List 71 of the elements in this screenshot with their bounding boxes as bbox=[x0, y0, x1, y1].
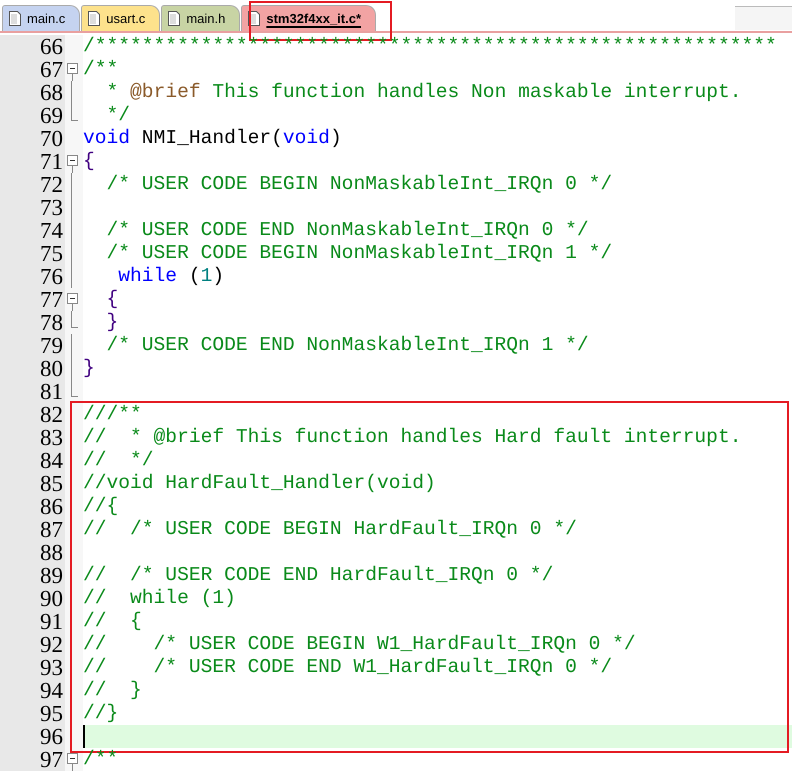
collapse-icon[interactable] bbox=[66, 293, 78, 311]
code-line: // while (1) bbox=[83, 587, 236, 609]
code-line: /* USER CODE END NonMaskableInt_IRQn 1 */ bbox=[106, 334, 589, 356]
line-number: 67 bbox=[40, 57, 63, 82]
line-number: 75 bbox=[40, 241, 63, 266]
line-number: 81 bbox=[40, 379, 63, 404]
line-number: 94 bbox=[40, 678, 63, 703]
file-tab[interactable]: usart.c bbox=[81, 5, 160, 31]
file-tab[interactable]: main.c bbox=[2, 5, 80, 31]
code-line: void NMI_Handler(void) bbox=[83, 127, 342, 149]
line-number: 70 bbox=[40, 126, 63, 151]
line-number: 86 bbox=[40, 494, 63, 519]
collapse-icon[interactable] bbox=[66, 753, 78, 771]
code-line: // * @brief This function handles Hard fault interrupt. bbox=[83, 426, 742, 448]
line-number: 88 bbox=[40, 540, 63, 565]
file-icon bbox=[88, 11, 100, 26]
code-line: // /* USER CODE END W1_HardFault_IRQn 0 */ bbox=[83, 656, 612, 678]
code-line: //} bbox=[83, 702, 118, 724]
file-icon bbox=[168, 11, 180, 26]
code-line: // /* USER CODE BEGIN W1_HardFault_IRQn 0 */ bbox=[83, 633, 636, 655]
line-number: 84 bbox=[40, 448, 63, 473]
line-number: 77 bbox=[40, 287, 63, 312]
code-line: /* USER CODE BEGIN NonMaskableInt_IRQn 0 */ bbox=[106, 173, 612, 195]
collapse-icon[interactable] bbox=[66, 63, 78, 81]
line-number: 72 bbox=[40, 172, 63, 197]
code-line: } bbox=[83, 357, 95, 379]
code-line: /** bbox=[83, 58, 118, 80]
line-number: 71 bbox=[40, 149, 63, 174]
line-number: 89 bbox=[40, 563, 63, 588]
code-line: } bbox=[106, 311, 118, 333]
line-number: 95 bbox=[40, 701, 63, 726]
line-number: 79 bbox=[40, 333, 63, 358]
code-line: // { bbox=[83, 610, 142, 632]
code-line: ///** bbox=[83, 403, 142, 425]
code-line: // /* USER CODE END HardFault_IRQn 0 */ bbox=[83, 564, 554, 586]
line-number: 92 bbox=[40, 632, 63, 657]
line-number: 68 bbox=[40, 80, 63, 105]
line-number: 80 bbox=[40, 356, 63, 381]
code-line: // */ bbox=[83, 449, 154, 471]
line-number: 74 bbox=[40, 218, 63, 243]
code-line: // /* USER CODE BEGIN HardFault_IRQn 0 */ bbox=[83, 518, 577, 540]
line-number: 90 bbox=[40, 586, 63, 611]
line-number: 83 bbox=[40, 425, 63, 450]
line-number: 96 bbox=[40, 724, 63, 749]
code-line: { bbox=[83, 150, 95, 172]
line-number: 78 bbox=[40, 310, 63, 335]
line-number: 66 bbox=[40, 34, 63, 59]
code-line: //void HardFault_Handler(void) bbox=[83, 472, 436, 494]
line-number: 82 bbox=[40, 402, 63, 427]
code-line: /* USER CODE BEGIN NonMaskableInt_IRQn 1 */ bbox=[106, 242, 612, 264]
line-number: 97 bbox=[40, 747, 63, 772]
line-number: 93 bbox=[40, 655, 63, 680]
line-number: 87 bbox=[40, 517, 63, 542]
code-line: * @brief This function handles Non maskable interrupt. bbox=[106, 81, 742, 103]
code-line: /** bbox=[83, 748, 118, 770]
line-number: 69 bbox=[40, 103, 63, 128]
file-tab[interactable]: main.h bbox=[161, 5, 240, 31]
code-line: */ bbox=[106, 104, 130, 126]
line-number: 73 bbox=[40, 195, 63, 220]
line-number: 85 bbox=[40, 471, 63, 496]
code-line: /* USER CODE END NonMaskableInt_IRQn 0 */ bbox=[106, 219, 589, 241]
code-line: /********************************************************** bbox=[83, 35, 777, 57]
code-line: // } bbox=[83, 679, 142, 701]
code-line: while (1) bbox=[117, 265, 224, 287]
code-line: { bbox=[106, 288, 118, 310]
code-line: //{ bbox=[83, 495, 118, 517]
collapse-icon[interactable] bbox=[66, 155, 78, 173]
file-icon bbox=[9, 11, 21, 26]
line-number: 76 bbox=[40, 264, 63, 289]
file-tab[interactable]: stm32f4xx_it.c* bbox=[241, 5, 376, 31]
line-number: 91 bbox=[40, 609, 63, 634]
